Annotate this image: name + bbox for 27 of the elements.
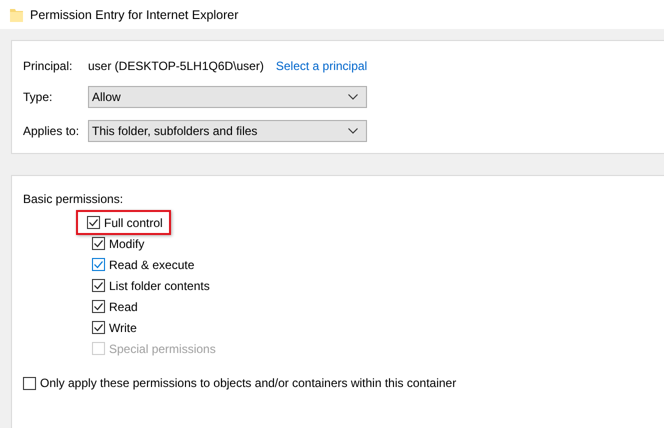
section-heading: Basic permissions: (23, 192, 124, 208)
chevron-icon (348, 128, 358, 134)
checkbox[interactable] (92, 258, 105, 271)
dropdown[interactable]: Allow (88, 86, 367, 108)
checkbox[interactable] (87, 216, 100, 229)
checkbox-label: Only apply these permissions to objects and/or containers within this container (40, 376, 456, 390)
checkbox[interactable] (23, 376, 36, 390)
checkbox-label: Modify (109, 236, 144, 250)
chevron-icon (348, 94, 358, 100)
checkbox-label: List folder contents (109, 278, 210, 292)
checkbox[interactable] (92, 279, 105, 292)
window-title: Permission Entry for Internet Explorer (30, 8, 238, 22)
checkbox-label: Full control (104, 216, 163, 230)
dropdown[interactable]: This folder, subfolders and files (88, 120, 367, 142)
checkbox[interactable] (92, 300, 105, 313)
field-label: Applies to: (23, 124, 80, 138)
checkbox-label: Special permissions (109, 342, 216, 356)
checkbox-label: Write (109, 320, 137, 334)
folder-icon (10, 8, 23, 22)
principal-label: Principal: (23, 59, 74, 73)
checkbox[interactable] (92, 321, 105, 334)
principal-value: user (DESKTOP-5LH1Q6D\user) (88, 59, 264, 73)
checkbox[interactable] (92, 237, 105, 250)
select-principal-link[interactable]: Select a principal (276, 59, 368, 73)
checkbox-label: Read & execute (109, 258, 194, 272)
checkbox-label: Read (109, 300, 138, 314)
field-label: Type: (23, 90, 54, 104)
